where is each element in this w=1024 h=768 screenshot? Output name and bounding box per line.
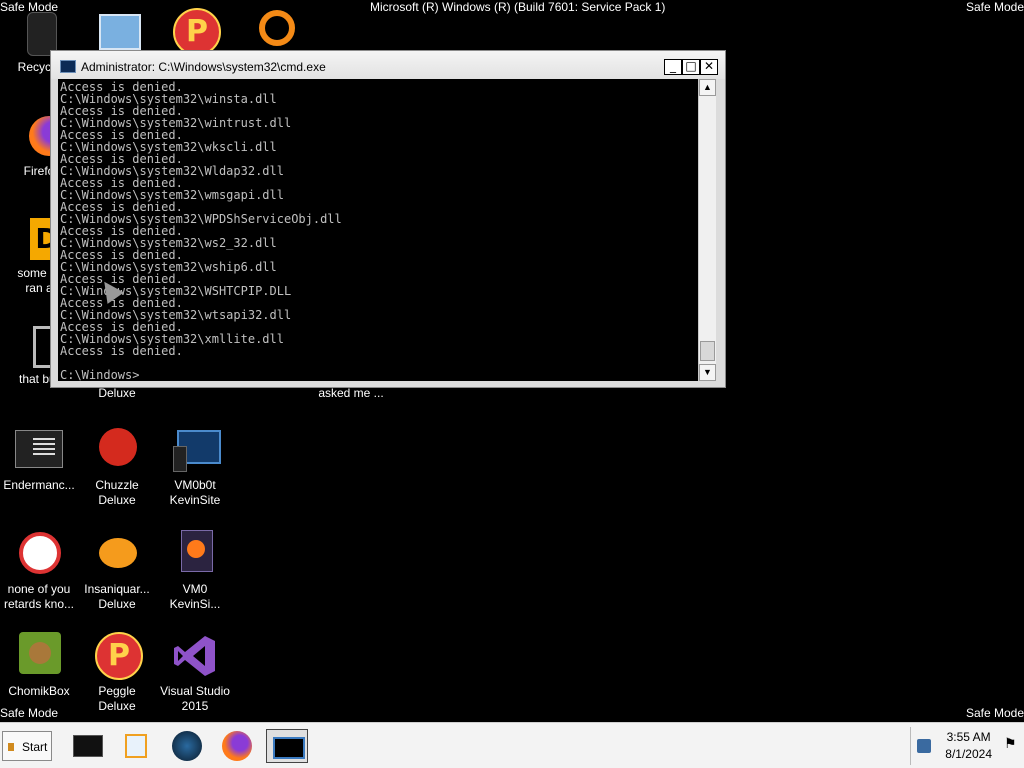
cmd-window-title: Administrator: C:\Windows\system32\cmd.e…	[81, 60, 326, 74]
console-output[interactable]: Access is denied. C:\Windows\system32\win…	[58, 79, 698, 381]
vm0-label-2: KevinSi...	[169, 597, 221, 611]
maximize-button[interactable]: □	[682, 59, 700, 75]
insaniquarium-label-1: Insaniquar...	[84, 582, 150, 596]
chuzzle-icon	[93, 426, 141, 474]
taskbar-app-media-player[interactable]	[116, 729, 158, 763]
vm0-label-1: VM0	[182, 582, 208, 596]
clock[interactable]: 3:55 AM 8/1/2024	[945, 729, 992, 763]
console-line: Access is denied.	[60, 344, 183, 358]
insaniquarium-label-2: Deluxe	[98, 597, 136, 611]
network-icon[interactable]	[917, 739, 931, 753]
safe-mode-bottom-left: Safe Mode	[0, 706, 59, 720]
windows-build-text: Microsoft (R) Windows (R) (Build 7601: S…	[370, 0, 666, 14]
asked-me-shortcut[interactable]: asked me ...	[310, 386, 392, 401]
console-icon	[60, 60, 76, 73]
none-of-you-shortcut[interactable]: none of you retards kno...	[0, 530, 78, 612]
taskbar-app-cmd[interactable]	[266, 729, 308, 763]
peggle-deluxe-label: Peggle Deluxe	[98, 684, 136, 713]
chomikbox-shortcut[interactable]: ChomikBox	[0, 632, 78, 699]
system-tray: 3:55 AM 8/1/2024 ⚑	[910, 727, 1024, 765]
close-button[interactable]: ✕	[700, 59, 718, 75]
visual-studio-icon	[171, 632, 219, 680]
start-label: Start	[22, 740, 48, 754]
peggle-p-icon: P	[93, 632, 143, 680]
vm0b0t-label-1: VM0b0t	[174, 478, 216, 492]
firefox-file-icon	[171, 530, 219, 578]
media-player-icon	[125, 734, 147, 758]
safe-mode-top-right: Safe Mode	[965, 0, 1024, 14]
visual-studio-label-2: 2015	[181, 699, 209, 713]
asked-me-label: asked me ...	[318, 386, 384, 400]
insaniquarium-shortcut[interactable]: Insaniquar... Deluxe	[78, 530, 156, 612]
list-window-icon	[15, 426, 63, 474]
red-dragon-icon	[15, 530, 63, 578]
start-button[interactable]: Start	[2, 731, 52, 761]
vertical-scrollbar[interactable]: ▲ ▼	[698, 79, 716, 381]
chomikbox-label: ChomikBox	[8, 684, 70, 698]
cmd-app-icon	[273, 737, 305, 759]
minimize-button[interactable]: _	[664, 59, 682, 75]
deluxe-hidden-shortcut[interactable]: Deluxe	[78, 386, 156, 401]
start-icon	[8, 743, 14, 751]
taskbar: Start 3:55 AM 8/1/2024 ⚑	[0, 722, 1024, 768]
taskbar-app-terminal[interactable]	[66, 729, 108, 763]
chomikbox-icon	[15, 632, 63, 680]
taskbar-app-firefox[interactable]	[216, 729, 258, 763]
peggle-deluxe-shortcut[interactable]: P Peggle Deluxe	[78, 632, 156, 714]
mail-icon	[93, 8, 141, 56]
visual-studio-shortcut[interactable]: Visual Studio 2015	[156, 632, 234, 714]
chuzzle-label-2: Deluxe	[98, 493, 136, 507]
scroll-down-icon[interactable]: ▼	[699, 364, 716, 381]
chuzzle-shortcut[interactable]: Chuzzle Deluxe	[78, 426, 156, 508]
magnifier-icon	[249, 8, 297, 56]
vm0-kevinsite-shortcut[interactable]: VM0 KevinSi...	[156, 530, 234, 612]
peggle-p-icon: P	[171, 6, 221, 56]
notification-flag-icon[interactable]: ⚑	[1004, 735, 1018, 759]
taskbar-app-globe[interactable]	[166, 729, 208, 763]
vm0b0t-label-2: KevinSite	[169, 493, 221, 507]
clock-date: 8/1/2024	[945, 747, 992, 761]
terminal-box-icon	[73, 735, 103, 757]
chuzzle-label-1: Chuzzle	[95, 478, 139, 492]
firefox-icon	[222, 731, 252, 761]
visual-studio-label-1: Visual Studio	[160, 684, 230, 698]
none-of-you-label-1: none of you	[7, 582, 71, 596]
vm0b0t-kevinsite-shortcut[interactable]: VM0b0t KevinSite	[156, 426, 234, 508]
deluxe-label: Deluxe	[98, 386, 136, 400]
cmd-titlebar[interactable]: Administrator: C:\Windows\system32\cmd.e…	[51, 51, 725, 79]
safe-mode-bottom-right: Safe Mode	[965, 706, 1024, 720]
globe-icon	[172, 731, 202, 761]
cmd-window[interactable]: Administrator: C:\Windows\system32\cmd.e…	[50, 50, 726, 388]
endermanch-shortcut[interactable]: Endermanc...	[0, 426, 78, 493]
console-line: C:\Windows>	[60, 368, 140, 381]
goldfish-icon	[93, 530, 141, 578]
clock-time: 3:55 AM	[946, 730, 991, 744]
computer-monitor-icon	[171, 426, 221, 474]
endermanch-label: Endermanc...	[3, 478, 75, 492]
scroll-thumb[interactable]	[700, 341, 715, 361]
scroll-up-icon[interactable]: ▲	[699, 79, 716, 96]
none-of-you-label-2: retards kno...	[3, 597, 75, 611]
recycle-bin-icon	[15, 8, 63, 56]
